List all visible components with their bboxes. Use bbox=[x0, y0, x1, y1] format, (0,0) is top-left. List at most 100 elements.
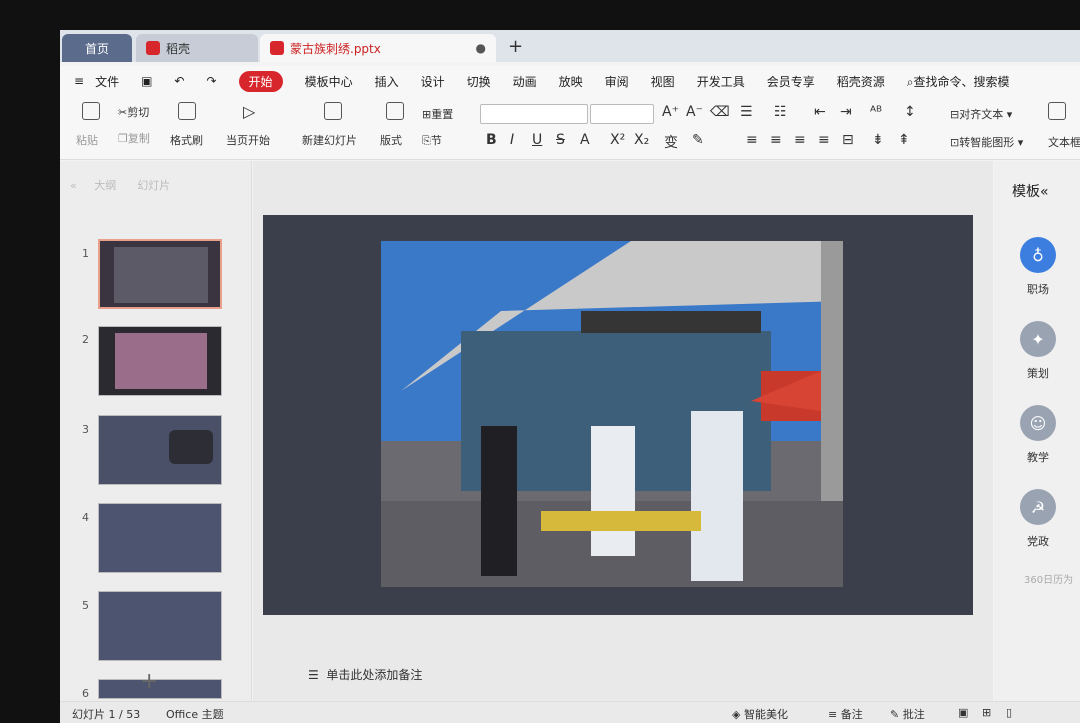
collapse-icon[interactable]: « bbox=[70, 179, 77, 192]
decrease-font-icon[interactable]: A⁻ bbox=[686, 104, 703, 120]
menu-file[interactable]: 文件 bbox=[95, 73, 119, 90]
increase-font-icon[interactable]: A⁺ bbox=[662, 104, 679, 120]
slide-thumbnail-3[interactable] bbox=[98, 415, 222, 485]
menu-member[interactable]: 会员专享 bbox=[767, 73, 815, 90]
section-button[interactable]: ⎘节 bbox=[422, 132, 442, 148]
distribute-icon[interactable]: ⊟ bbox=[842, 132, 854, 148]
comments-button[interactable]: ✎ 批注 bbox=[890, 706, 925, 722]
slide-number: 6 bbox=[82, 687, 89, 700]
subscript-icon[interactable]: X₂ bbox=[634, 132, 649, 148]
tab-slides[interactable]: 幻灯片 bbox=[137, 179, 170, 192]
italic-icon[interactable]: I bbox=[510, 132, 514, 148]
outdent-icon[interactable]: ⇥ bbox=[840, 104, 852, 120]
slide-counter: 幻灯片 1 / 53 bbox=[72, 708, 141, 721]
notes-toggle-button[interactable]: ≡ 备注 bbox=[828, 706, 863, 722]
text-direction-icon[interactable]: ᴬᴮ bbox=[870, 104, 882, 120]
indent-icon[interactable]: ⇤ bbox=[814, 104, 826, 120]
numbered-list-icon[interactable]: ☷ bbox=[774, 104, 787, 120]
menu-view[interactable]: 视图 bbox=[651, 73, 675, 90]
line-spacing-icon[interactable]: ↕ bbox=[904, 104, 916, 120]
align-left-icon[interactable]: ≡ bbox=[746, 132, 758, 148]
tab-outline[interactable]: 大纲 bbox=[94, 179, 116, 192]
slide-thumbnail-2[interactable] bbox=[98, 326, 222, 396]
undo-icon[interactable]: ↶ bbox=[174, 74, 184, 88]
current-slide[interactable] bbox=[263, 215, 973, 615]
align-center-icon[interactable]: ≡ bbox=[770, 132, 782, 148]
align-right-icon[interactable]: ≡ bbox=[794, 132, 806, 148]
font-color-icon[interactable]: A bbox=[580, 132, 590, 148]
new-slide-icon[interactable] bbox=[324, 102, 342, 123]
slide-thumbnail-1[interactable] bbox=[98, 239, 222, 309]
menu-templates[interactable]: 模板中心 bbox=[305, 73, 353, 90]
menu-developer[interactable]: 开发工具 bbox=[697, 73, 745, 90]
template-panel-title[interactable]: 模板« bbox=[1012, 181, 1049, 201]
paste-icon[interactable] bbox=[82, 102, 100, 123]
bold-icon[interactable]: B bbox=[486, 132, 497, 148]
menu-insert[interactable]: 插入 bbox=[375, 73, 399, 90]
textbox-icon[interactable] bbox=[1048, 102, 1066, 123]
cut-button[interactable]: ✂剪切 bbox=[118, 104, 149, 120]
normal-view-icon[interactable]: ▣ bbox=[958, 706, 968, 719]
menu-home[interactable]: 开始 bbox=[238, 70, 283, 92]
menu-animation[interactable]: 动画 bbox=[513, 73, 537, 90]
menu-transition[interactable]: 切换 bbox=[467, 73, 491, 90]
highlight-icon[interactable]: ✎ bbox=[692, 132, 704, 148]
play-current-button[interactable]: 当页开始 bbox=[226, 132, 270, 148]
hamburger-icon[interactable]: ≡ bbox=[74, 74, 84, 88]
collapse-right-icon[interactable]: « bbox=[1040, 184, 1049, 200]
column-icon[interactable]: ⇟ bbox=[872, 132, 884, 148]
menu-review[interactable]: 审阅 bbox=[605, 73, 629, 90]
font-family-select[interactable] bbox=[480, 104, 588, 124]
layout-icon[interactable] bbox=[386, 102, 404, 123]
redo-icon[interactable]: ↷ bbox=[206, 74, 216, 88]
new-tab-button[interactable]: + bbox=[508, 36, 523, 57]
align-text-button[interactable]: ⊟对齐文本 ▾ bbox=[950, 106, 1012, 122]
reading-view-icon[interactable]: ▯ bbox=[1006, 706, 1012, 719]
underline-icon[interactable]: U bbox=[532, 132, 542, 148]
template-category-planning[interactable]: ✦ 策划 bbox=[1018, 321, 1058, 381]
copy-button[interactable]: ❐复制 bbox=[118, 130, 150, 146]
layout-button[interactable]: 版式 bbox=[380, 132, 402, 148]
slide-thumbnail-4[interactable] bbox=[98, 503, 222, 573]
smart-beautify-button[interactable]: ◈ 智能美化 bbox=[732, 706, 788, 722]
slide-thumbnail-6[interactable] bbox=[98, 679, 222, 699]
menu-slideshow[interactable]: 放映 bbox=[559, 73, 583, 90]
phonetic-icon[interactable]: 变 bbox=[664, 132, 678, 152]
sorter-view-icon[interactable]: ⊞ bbox=[982, 706, 991, 719]
reset-label: 重置 bbox=[431, 108, 454, 121]
reset-button[interactable]: ⊞重置 bbox=[422, 106, 453, 122]
tab-home[interactable]: 首页 bbox=[62, 34, 132, 62]
category-label: 策划 bbox=[1027, 367, 1049, 380]
tab-close-dot-icon[interactable]: ● bbox=[476, 41, 486, 55]
slide-thumbnail-5[interactable] bbox=[98, 591, 222, 661]
smartart-button[interactable]: ⊡转智能图形 ▾ bbox=[950, 134, 1023, 150]
template-category-workplace[interactable]: ♁ 职场 bbox=[1018, 237, 1058, 297]
slide-editor: ☰ 单击此处添加备注 bbox=[253, 161, 993, 701]
superscript-icon[interactable]: X² bbox=[610, 132, 625, 148]
notes-icon: ☰ bbox=[308, 668, 319, 682]
paragraph-icon[interactable]: ⇞ bbox=[898, 132, 910, 148]
menu-design[interactable]: 设计 bbox=[421, 73, 445, 90]
search-command[interactable]: ⌕查找命令、搜索模 bbox=[907, 73, 1010, 90]
notes-area[interactable]: ☰ 单击此处添加备注 bbox=[308, 666, 422, 683]
bullet-list-icon[interactable]: ☰ bbox=[740, 104, 753, 120]
brush-icon[interactable] bbox=[178, 102, 196, 123]
save-icon[interactable]: ▣ bbox=[141, 74, 152, 88]
tab-wps-daoke[interactable]: 稻壳 bbox=[136, 34, 258, 62]
font-size-select[interactable] bbox=[590, 104, 654, 124]
align-justify-icon[interactable]: ≡ bbox=[818, 132, 830, 148]
paste-button[interactable]: 粘贴 bbox=[76, 132, 98, 148]
template-category-teaching[interactable]: ☺ 教学 bbox=[1018, 405, 1058, 465]
slide-photo[interactable] bbox=[381, 241, 843, 587]
menu-daoke-resources[interactable]: 稻壳资源 bbox=[837, 73, 885, 90]
clear-format-icon[interactable]: ⌫ bbox=[710, 104, 730, 120]
new-slide-button[interactable]: 新建幻灯片 bbox=[302, 132, 357, 148]
textbox-button[interactable]: 文本框 bbox=[1048, 134, 1080, 150]
tab-document[interactable]: 蒙古族刺绣.pptx ● bbox=[260, 34, 496, 62]
format-painter-button[interactable]: 格式刷 bbox=[170, 132, 203, 148]
play-icon[interactable]: ▷ bbox=[243, 102, 255, 121]
add-slide-button[interactable]: + bbox=[140, 669, 158, 694]
template-category-party[interactable]: ☭ 党政 bbox=[1018, 489, 1058, 549]
strikethrough-icon[interactable]: S bbox=[556, 132, 565, 148]
beautify-label: 智能美化 bbox=[743, 708, 788, 721]
